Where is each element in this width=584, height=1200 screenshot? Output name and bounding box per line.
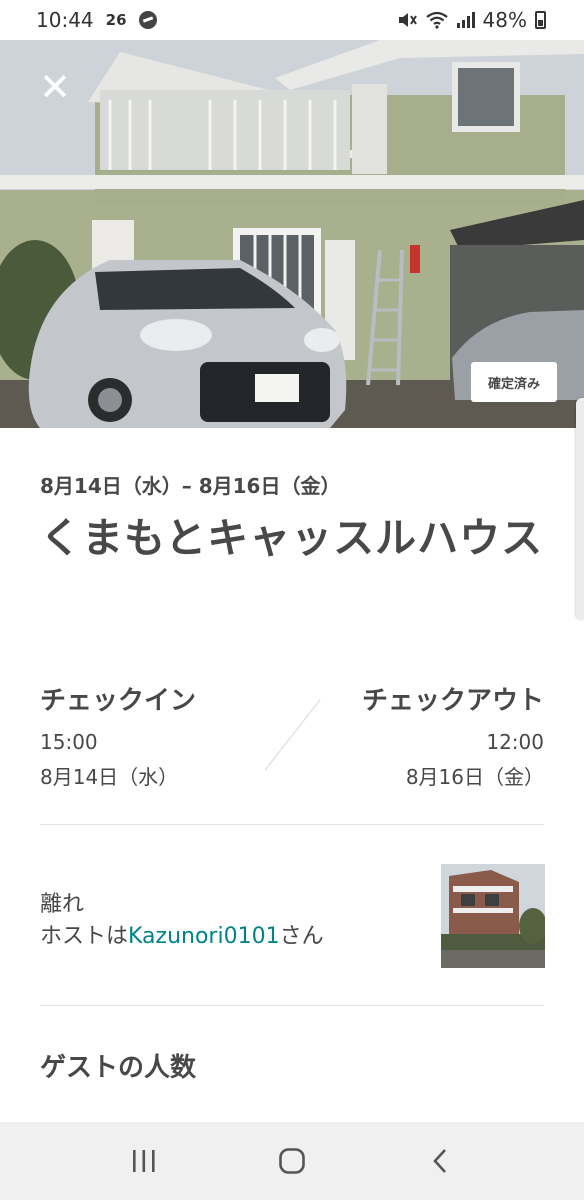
signal-icon (456, 12, 475, 28)
checkin-label: チェックイン (40, 686, 197, 716)
listing-thumbnail[interactable] (441, 864, 545, 968)
home-button[interactable] (262, 1131, 322, 1191)
section-divider (40, 1005, 544, 1006)
recent-apps-button[interactable] (114, 1131, 174, 1191)
listing-title: くまもとキャッスルハウス (40, 514, 544, 562)
navigation-bar (0, 1122, 584, 1200)
battery-icon (535, 11, 546, 29)
battery-percent: 48% (482, 8, 527, 32)
checkin-date: 8月14日（水） (40, 765, 179, 789)
checkin-time: 15:00 (40, 730, 98, 754)
host-prefix: ホストは (40, 924, 129, 949)
status-right: 48% (397, 8, 546, 32)
room-type: 離れ (40, 892, 85, 917)
wifi-icon (425, 11, 448, 29)
close-button[interactable]: ✕ (36, 68, 74, 106)
edge-panel-handle[interactable] (576, 398, 584, 620)
back-button[interactable] (410, 1131, 470, 1191)
status-bar: 10:44 26 48% (0, 0, 584, 40)
host-link[interactable]: Kazunori0101 (128, 924, 280, 949)
status-badge: 確定済み (471, 362, 557, 402)
status-indicator: 26 (105, 11, 127, 29)
mute-icon (398, 13, 417, 27)
back-icon (433, 1149, 446, 1173)
host-line: ホストはKazunori0101さん (40, 918, 324, 950)
home-icon (279, 1148, 305, 1174)
checkout-label: チェックアウト (361, 686, 544, 716)
status-left: 10:44 26 (36, 8, 157, 32)
checkout-date: 8月16日（金） (405, 765, 544, 789)
status-time: 10:44 (36, 8, 94, 32)
thumbnail-photo (441, 864, 545, 968)
recent-apps-icon (133, 1150, 155, 1172)
guests-heading: ゲストの人数 (40, 1053, 197, 1083)
trip-dates: 8月14日（水）– 8月16日（金） (40, 474, 341, 498)
checkin-checkout-divider (264, 699, 321, 771)
host-suffix: さん (279, 924, 324, 949)
section-divider (40, 824, 544, 825)
close-icon: ✕ (39, 65, 71, 109)
checkout-time: 12:00 (486, 730, 544, 754)
messenger-icon (138, 11, 157, 29)
listing-photo: ✕ 確定済み (0, 40, 584, 428)
